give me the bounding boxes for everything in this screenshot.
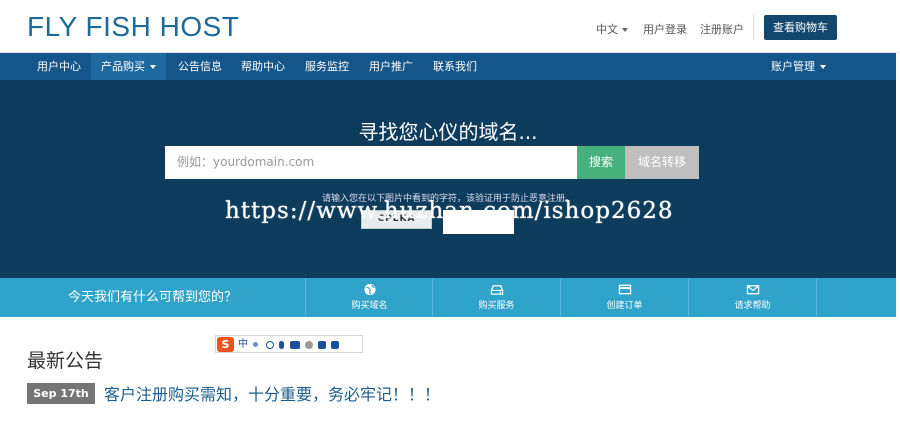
microphone-icon: [279, 341, 284, 349]
caret-down-icon: [622, 28, 628, 32]
language-label: 中文: [596, 23, 618, 36]
nav-item-label: 用户中心: [37, 60, 81, 73]
help-item-label: 创建订单: [606, 301, 643, 311]
help-item-label: 购买服务: [478, 301, 515, 311]
news-date-badge: Sep 17th: [27, 383, 95, 404]
hdd-icon: [490, 285, 503, 295]
nav-item-label: 用户推广: [369, 60, 413, 73]
nav-item-announcements[interactable]: 公告信息: [168, 53, 232, 80]
nav-item-label: 联系我们: [433, 60, 477, 73]
help-item-create-order[interactable]: 创建订单: [560, 278, 688, 317]
nav-item-label: 帮助中心: [241, 60, 285, 73]
ime-mode-label: 中: [238, 339, 248, 350]
nav-item-client-area[interactable]: 用户中心: [27, 53, 91, 80]
nav-item-label: 账户管理: [771, 60, 815, 73]
domain-search-hero: 寻找您心仪的域名... 例如：yourdomain.com 搜索 域名转移 请输…: [0, 80, 896, 278]
help-item-label: 购买域名: [351, 301, 388, 311]
globe-icon: [363, 283, 376, 296]
credit-card-icon: [618, 284, 631, 295]
domain-search-input[interactable]: 例如：yourdomain.com: [165, 146, 577, 179]
help-band-spacer: [816, 278, 896, 317]
site-logo[interactable]: FLY FISH HOST: [27, 11, 239, 43]
nav-item-label: 服务监控: [305, 60, 349, 73]
news-section-title: 最新公告: [27, 350, 104, 372]
help-item-label: 请求帮助: [734, 301, 771, 311]
help-prompt: 今天我们有什么可帮到您的？: [67, 290, 237, 305]
help-item-request-help[interactable]: 请求帮助: [688, 278, 816, 317]
help-item-buy-service[interactable]: 购买服务: [432, 278, 560, 317]
transfer-button[interactable]: 域名转移: [625, 146, 699, 179]
help-item-buy-domain[interactable]: 购买域名: [305, 278, 433, 317]
toolbox-icon: [331, 341, 339, 349]
punctuation-icon: [253, 342, 258, 347]
user-icon: [305, 341, 313, 349]
watermark-text: https://www.huzhan.com/ishop2628: [225, 198, 674, 224]
nav-item-affiliates[interactable]: 用户推广: [359, 53, 423, 80]
nav-item-contact[interactable]: 联系我们: [423, 53, 487, 80]
caret-down-icon: [150, 65, 156, 69]
nav-item-account[interactable]: 账户管理: [761, 53, 836, 80]
skin-icon: [318, 341, 326, 349]
news-headline-link[interactable]: 客户注册购买需知，十分重要，务必牢记！！！: [104, 381, 440, 405]
nav-item-label: 公告信息: [178, 60, 222, 73]
ime-toolbar[interactable]: S 中: [215, 335, 363, 353]
view-cart-button[interactable]: 查看购物车: [764, 15, 837, 40]
caret-down-icon: [820, 65, 826, 69]
keyboard-icon: [290, 341, 300, 349]
envelope-icon: [746, 285, 759, 295]
hero-title: 寻找您心仪的域名...: [358, 120, 538, 144]
nav-item-label: 产品购买: [101, 60, 145, 73]
language-selector[interactable]: 中文: [596, 21, 628, 37]
sogou-logo-icon: S: [217, 337, 234, 352]
login-link[interactable]: 用户登录: [643, 21, 687, 37]
search-button[interactable]: 搜索: [577, 146, 625, 179]
nav-item-knowledgebase[interactable]: 帮助中心: [231, 53, 295, 80]
register-link[interactable]: 注册账户: [700, 21, 744, 37]
main-nav: 用户中心 产品购买 公告信息 帮助中心 服务监控 用户推广 联系我们 账户管理: [0, 53, 896, 80]
emoji-icon: [266, 341, 274, 349]
help-band: 今天我们有什么可帮到您的？ 购买域名 购买服务 创建订单 请求帮助: [0, 278, 896, 317]
page: FLY FISH HOST 中文 用户登录 注册账户 查看购物车 用户中心 产品…: [0, 0, 900, 424]
site-header: FLY FISH HOST 中文 用户登录 注册账户 查看购物车: [0, 0, 900, 53]
header-divider: [753, 14, 754, 40]
nav-item-network-status[interactable]: 服务监控: [295, 53, 359, 80]
nav-item-store[interactable]: 产品购买: [91, 53, 166, 80]
